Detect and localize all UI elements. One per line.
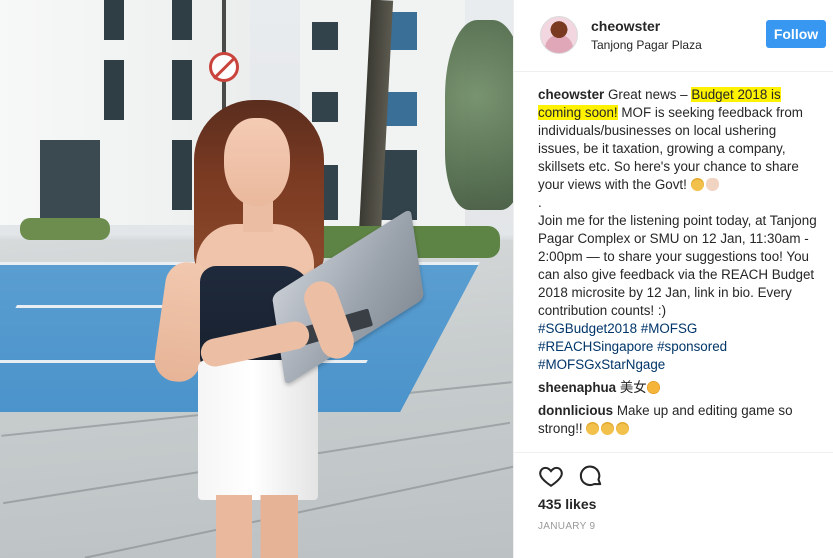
username-link[interactable]: cheowster: [591, 18, 660, 34]
avatar[interactable]: [540, 16, 578, 54]
laugh-emoji-icon: [586, 422, 600, 435]
hedge: [20, 218, 110, 240]
heart-icon[interactable]: [538, 463, 564, 489]
hashtag-link[interactable]: #MOFSG: [641, 321, 698, 336]
comment: donnlicious Make up and editing game so …: [538, 402, 818, 438]
follow-button[interactable]: Follow: [766, 20, 826, 48]
heart-eyes-emoji-icon: [646, 381, 660, 394]
laugh-emoji-icon: [616, 422, 630, 435]
no-parking-sign-icon: [209, 52, 239, 82]
person-legs: [216, 495, 298, 558]
person-skirt: [198, 360, 318, 500]
hashtag-link[interactable]: #sponsored: [657, 339, 727, 354]
caption-text: Great news –: [607, 87, 692, 102]
post-date[interactable]: JANUARY 9: [538, 521, 595, 532]
comment-bubble-icon[interactable]: [578, 463, 604, 489]
likes-count[interactable]: 435 likes: [538, 496, 596, 512]
comment-text: 美女: [619, 380, 647, 395]
caption-username[interactable]: cheowster: [538, 87, 604, 102]
palm-tree: [445, 20, 513, 210]
grin-emoji-icon: [690, 178, 704, 191]
caption-text: Join me for the listening point today, a…: [538, 213, 817, 318]
laugh-emoji-icon: [601, 422, 615, 435]
comment: sheenaphua 美女: [538, 379, 818, 397]
comments-list[interactable]: cheowster Great news – Budget 2018 is co…: [538, 86, 818, 451]
post-photo[interactable]: [0, 0, 513, 558]
post-sidebar: cheowster Tanjong Pagar Plaza Follow che…: [513, 0, 833, 558]
hashtag-link[interactable]: #SGBudget2018: [538, 321, 637, 336]
comment-username[interactable]: donnlicious: [538, 403, 613, 418]
comment-username[interactable]: sheenaphua: [538, 380, 616, 395]
post-header: cheowster Tanjong Pagar Plaza Follow: [514, 0, 833, 72]
caption: cheowster Great news – Budget 2018 is co…: [538, 86, 818, 374]
post-actions: [514, 452, 833, 496]
hashtag-link[interactable]: #MOFSGxStarNgage: [538, 357, 665, 372]
ok-hand-emoji-icon: [705, 178, 719, 191]
hashtag-link[interactable]: #REACHSingapore: [538, 339, 653, 354]
person-face: [224, 118, 290, 206]
location-link[interactable]: Tanjong Pagar Plaza: [591, 38, 702, 52]
caption-dot: .: [538, 195, 542, 210]
